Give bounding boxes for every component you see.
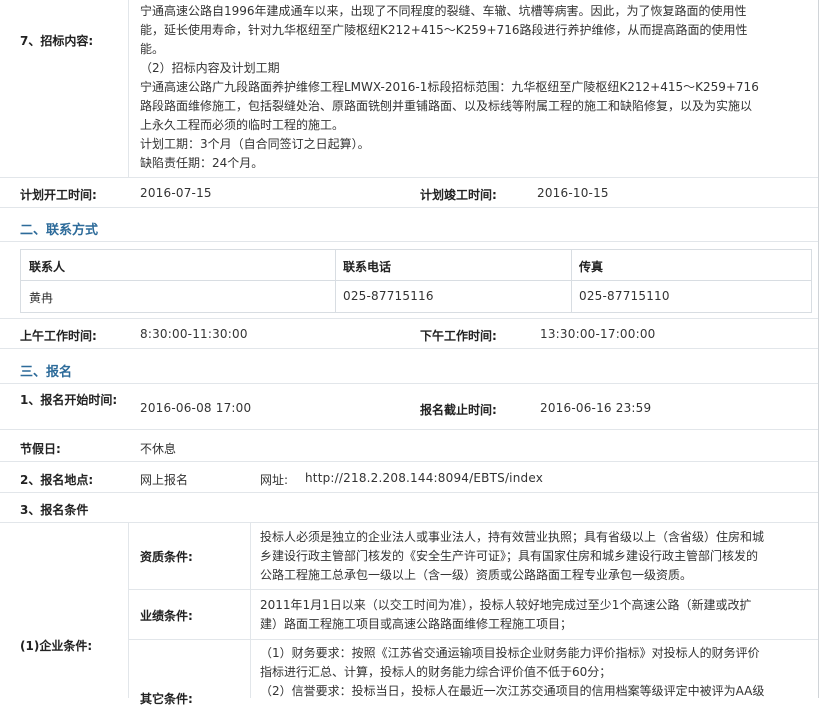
- signup-end-value: 2016-06-16 23:59: [540, 401, 652, 415]
- divider: [128, 639, 818, 640]
- table-row-divider: [21, 280, 811, 281]
- content-line: 上永久工程而必须的临时工程的施工。: [140, 118, 345, 132]
- contact-person-value: 黄冉: [29, 291, 54, 305]
- planned-start-label: 计划开工时间:: [20, 188, 97, 202]
- divider: [0, 492, 818, 493]
- divider: [0, 348, 818, 349]
- contact-phone-value: 025-87715116: [343, 289, 434, 303]
- qualification-line: 乡建设行政主管部门核发的《安全生产许可证》；具有国家住房和城乡建设行政主管部门核…: [260, 549, 759, 563]
- divider: [128, 0, 129, 177]
- divider: [0, 241, 818, 242]
- divider: [250, 522, 251, 698]
- am-hours-label: 上午工作时间:: [20, 329, 97, 343]
- signup-url-label: 网址:: [260, 473, 289, 487]
- section-title-signup: 三、报名: [20, 365, 73, 380]
- contact-header-fax: 传真: [579, 260, 604, 274]
- divider: [0, 383, 818, 384]
- qualification-text: 投标人必须是独立的企业法人或事业法人，持有效营业执照；具有省级以上（含省级）住房…: [260, 528, 816, 585]
- divider: [0, 318, 818, 319]
- content-line: 缺陷责任期：24个月。: [140, 156, 264, 170]
- content-line: 能。: [140, 42, 165, 56]
- signup-start-label: 1、报名开始时间:: [20, 391, 120, 409]
- enterprise-conditions-label: (1)企业条件:: [20, 639, 93, 653]
- divider: [0, 522, 818, 523]
- am-hours-value: 8:30:00-11:30:00: [140, 327, 248, 341]
- content-line: 宁通高速公路自1996年建成通车以来，出现了不同程度的裂缝、车辙、坑槽等病害。因…: [140, 4, 747, 18]
- content-line: 路段路面维修施工，包括裂缝处治、原路面铣刨并重铺路面、以及标线等附属工程的施工和…: [140, 99, 753, 113]
- divider: [0, 177, 818, 178]
- other-conditions-line: 指标进行汇总、计算，投标人的财务能力综合评价值不低于60分；: [260, 665, 612, 679]
- divider: [128, 522, 129, 698]
- table-col-divider: [335, 250, 336, 312]
- section-title-contact: 二、联系方式: [20, 223, 99, 238]
- performance-text: 2011年1月1日以来（以交工时间为准），投标人较好地完成过至少1个高速公路（新…: [260, 596, 816, 634]
- qualification-line: 公路工程施工总承包一级以上（含一级）资质或公路路面工程专业承包一级资质。: [260, 568, 693, 582]
- signup-start-value: 2016-06-08 17:00: [140, 401, 252, 415]
- content-paragraph: 宁通高速公路自1996年建成通车以来，出现了不同程度的裂缝、车辙、坑槽等病害。因…: [140, 2, 812, 173]
- performance-line: 2011年1月1日以来（以交工时间为准），投标人较好地完成过至少1个高速公路（新…: [260, 598, 752, 612]
- other-conditions-text: （1）财务要求：按照《江苏省交通运输项目投标企业财务能力评价指标》对投标人的财务…: [260, 644, 816, 701]
- divider: [0, 461, 818, 462]
- signup-place-label: 2、报名地点:: [20, 473, 94, 487]
- divider: [0, 429, 818, 430]
- planned-end-label: 计划竣工时间:: [420, 188, 497, 202]
- qualification-line: 投标人必须是独立的企业法人或事业法人，持有效营业执照；具有省级以上（含省级）住房…: [260, 530, 765, 544]
- content-line: 宁通高速公路广九段路面养护维修工程LMWX-2016-1标段招标范围：九华枢纽至…: [140, 80, 759, 94]
- signup-url-link[interactable]: http://218.2.208.144:8094/EBTS/index: [305, 471, 543, 485]
- table-col-divider: [571, 250, 572, 312]
- contact-fax-value: 025-87715110: [579, 289, 670, 303]
- page-edge: [818, 0, 819, 698]
- planned-start-value: 2016-07-15: [140, 186, 212, 200]
- holiday-label: 节假日:: [20, 442, 61, 456]
- contact-header-person: 联系人: [29, 260, 66, 274]
- divider: [128, 589, 818, 590]
- pm-hours-label: 下午工作时间:: [420, 329, 497, 343]
- content-line: （2）招标内容及计划工期: [140, 61, 280, 75]
- contact-table: 联系人 联系电话 传真 黄冉 025-87715116 025-87715110: [20, 249, 812, 313]
- planned-end-value: 2016-10-15: [537, 186, 609, 200]
- other-conditions-line: （1）财务要求：按照《江苏省交通运输项目投标企业财务能力评价指标》对投标人的财务…: [260, 646, 760, 660]
- signup-place-value: 网上报名: [140, 473, 189, 487]
- performance-label: 业绩条件:: [140, 609, 193, 623]
- divider: [0, 207, 818, 208]
- performance-line: 建）路面工程施工项目或高速公路路面维修工程施工项目；: [260, 617, 573, 631]
- other-conditions-line: （2）信誉要求：投标当日，投标人在最近一次江苏交通项目的信用档案等级评定中被评为…: [260, 684, 765, 698]
- signup-conditions-label: 3、报名条件: [20, 503, 89, 517]
- contact-header-phone: 联系电话: [343, 260, 392, 274]
- content-line: 计划工期：3个月（自合同签订之日起算）。: [140, 137, 370, 151]
- signup-end-label: 报名截止时间:: [420, 403, 497, 417]
- content-label: 7、招标内容:: [20, 34, 94, 48]
- holiday-value: 不休息: [140, 442, 177, 456]
- qualification-label: 资质条件:: [140, 550, 193, 564]
- other-conditions-label: 其它条件:: [140, 692, 193, 706]
- pm-hours-value: 13:30:00-17:00:00: [540, 327, 656, 341]
- content-line: 能，延长使用寿命，针对九华枢纽至广陵枢纽K212+415～K259+716路段进…: [140, 23, 748, 37]
- signup-start-label-text: 1、报名开始时间:: [20, 393, 118, 407]
